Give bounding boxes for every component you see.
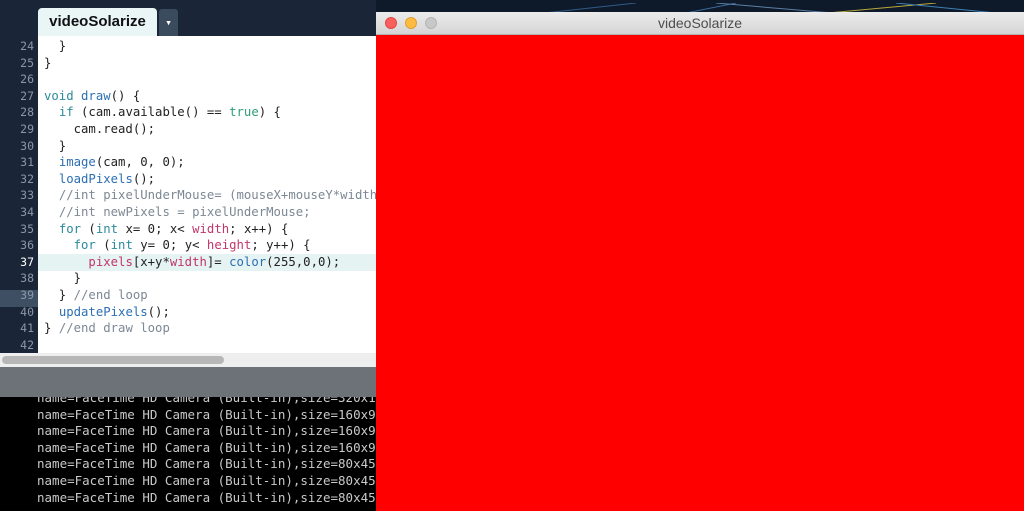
line-number: 36 bbox=[20, 238, 34, 253]
line-number: 26 bbox=[20, 72, 34, 87]
scrollbar-thumb[interactable] bbox=[2, 356, 224, 364]
code-line: } bbox=[44, 138, 67, 153]
console-line: name=FaceTime HD Camera (Built-in),size=… bbox=[37, 397, 376, 405]
code-line: } bbox=[44, 39, 67, 53]
processing-ide: videoSolarize ▾ 24 25 26 27 28 29 30 31 32 33 34 35… bbox=[0, 0, 376, 511]
line-number: 39 bbox=[20, 288, 34, 302]
code-line: loadPixels(); bbox=[58, 171, 156, 186]
sketch-canvas[interactable] bbox=[376, 35, 1024, 511]
line-number: 37 bbox=[20, 254, 34, 269]
window-titlebar[interactable]: videoSolarize bbox=[376, 12, 1024, 35]
console-line: name=FaceTime HD Camera (Built-in),size=… bbox=[37, 489, 376, 505]
code-line: for (int x= 0; x< width; x++) { bbox=[58, 221, 289, 236]
code-line: cam.read(); bbox=[44, 122, 156, 136]
line-number: 33 bbox=[20, 188, 34, 203]
code-line: //int pixelUnderMouse= (mouseX+mouseY*wi… bbox=[58, 188, 376, 203]
line-number: 32 bbox=[20, 171, 34, 186]
console-line: name=FaceTime HD Camera (Built-in),size=… bbox=[37, 423, 376, 439]
code-line: if (cam.available() == true) { bbox=[58, 105, 281, 120]
code-editor[interactable]: }} void draw() { if (cam.available() == t… bbox=[38, 36, 376, 353]
console-output[interactable]: name=FaceTime HD Camera (Built-in),size=… bbox=[0, 397, 376, 511]
line-number-gutter: 24 25 26 27 28 29 30 31 32 33 34 35 36 37 38 39 40 41 42 bbox=[0, 36, 38, 353]
console-line: name=FaceTime HD Camera (Built-in),size=… bbox=[37, 406, 376, 422]
line-number: 35 bbox=[20, 221, 34, 236]
line-number: 34 bbox=[20, 205, 34, 219]
console-line: name=FaceTime HD Camera (Built-in),size=… bbox=[37, 473, 376, 488]
editor-horizontal-scrollbar[interactable] bbox=[0, 353, 376, 367]
console-line: name=FaceTime HD Camera (Built-in),size=… bbox=[37, 456, 376, 472]
line-number: 40 bbox=[20, 304, 34, 319]
code-line: pixels[x+y*width]= color(255,0,0); bbox=[88, 254, 341, 269]
line-number: 42 bbox=[20, 337, 34, 352]
code-line: } bbox=[44, 271, 82, 286]
line-number: 41 bbox=[20, 321, 34, 336]
code-line: updatePixels(); bbox=[58, 304, 170, 319]
tab-videosolarize[interactable]: videoSolarize bbox=[38, 8, 157, 36]
code-line: //int newPixels = pixelUnderMouse; bbox=[58, 205, 311, 219]
console-line: name=FaceTime HD Camera (Built-in),size=… bbox=[37, 439, 376, 455]
code-line: } bbox=[44, 55, 52, 70]
ide-tab-bar: videoSolarize ▾ bbox=[0, 0, 376, 36]
line-number: 31 bbox=[20, 155, 34, 170]
code-line: } //end draw loop bbox=[44, 321, 170, 336]
ide-status-bar bbox=[0, 367, 376, 397]
line-number: 24 bbox=[20, 39, 34, 53]
line-number: 29 bbox=[20, 122, 34, 136]
tab-menu-dropdown-icon[interactable]: ▾ bbox=[159, 9, 178, 36]
code-line: image(cam, 0, 0); bbox=[58, 155, 185, 170]
wallpaper-graphic bbox=[548, 2, 992, 12]
window-title: videoSolarize bbox=[657, 15, 743, 31]
code-line: void draw() { bbox=[44, 88, 141, 103]
line-number: 38 bbox=[20, 271, 34, 286]
line-number: 28 bbox=[20, 105, 34, 120]
sketch-window: videoSolarize bbox=[376, 12, 1024, 511]
line-number: 25 bbox=[20, 55, 34, 70]
line-number: 30 bbox=[20, 138, 34, 153]
code-line: } //end loop bbox=[44, 288, 148, 302]
desktop-wallpaper bbox=[376, 0, 1024, 12]
line-number: 27 bbox=[20, 88, 34, 103]
code-line: for (int y= 0; y< height; y++) { bbox=[73, 238, 311, 253]
